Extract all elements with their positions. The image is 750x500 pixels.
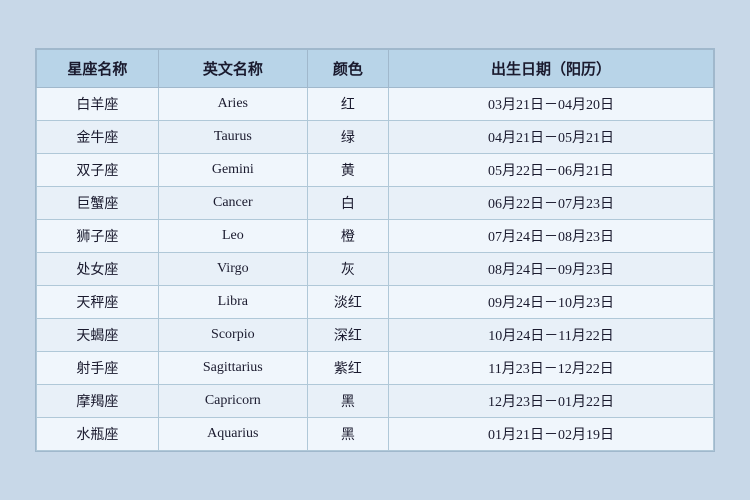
table-row: 金牛座Taurus绿04月21日－05月21日 <box>37 121 714 154</box>
cell-color: 白 <box>307 187 388 220</box>
cell-date: 11月23日－12月22日 <box>389 352 714 385</box>
cell-color: 黑 <box>307 418 388 451</box>
table-row: 水瓶座Aquarius黑01月21日－02月19日 <box>37 418 714 451</box>
cell-date: 07月24日－08月23日 <box>389 220 714 253</box>
cell-english: Leo <box>158 220 307 253</box>
table-row: 摩羯座Capricorn黑12月23日－01月22日 <box>37 385 714 418</box>
table-row: 处女座Virgo灰08月24日－09月23日 <box>37 253 714 286</box>
table-row: 双子座Gemini黄05月22日－06月21日 <box>37 154 714 187</box>
cell-english: Cancer <box>158 187 307 220</box>
cell-chinese: 摩羯座 <box>37 385 159 418</box>
cell-date: 12月23日－01月22日 <box>389 385 714 418</box>
header-color: 颜色 <box>307 50 388 88</box>
cell-chinese: 白羊座 <box>37 88 159 121</box>
cell-chinese: 巨蟹座 <box>37 187 159 220</box>
cell-color: 绿 <box>307 121 388 154</box>
cell-chinese: 处女座 <box>37 253 159 286</box>
cell-date: 08月24日－09月23日 <box>389 253 714 286</box>
cell-date: 10月24日－11月22日 <box>389 319 714 352</box>
zodiac-table: 星座名称 英文名称 颜色 出生日期（阳历） 白羊座Aries红03月21日－04… <box>36 49 714 451</box>
cell-color: 黑 <box>307 385 388 418</box>
table-row: 射手座Sagittarius紫红11月23日－12月22日 <box>37 352 714 385</box>
header-english: 英文名称 <box>158 50 307 88</box>
cell-color: 淡红 <box>307 286 388 319</box>
cell-chinese: 双子座 <box>37 154 159 187</box>
table-body: 白羊座Aries红03月21日－04月20日金牛座Taurus绿04月21日－0… <box>37 88 714 451</box>
cell-english: Aries <box>158 88 307 121</box>
cell-chinese: 狮子座 <box>37 220 159 253</box>
cell-color: 灰 <box>307 253 388 286</box>
cell-color: 黄 <box>307 154 388 187</box>
cell-english: Taurus <box>158 121 307 154</box>
table-row: 狮子座Leo橙07月24日－08月23日 <box>37 220 714 253</box>
table-header-row: 星座名称 英文名称 颜色 出生日期（阳历） <box>37 50 714 88</box>
cell-color: 紫红 <box>307 352 388 385</box>
cell-chinese: 金牛座 <box>37 121 159 154</box>
header-chinese: 星座名称 <box>37 50 159 88</box>
cell-english: Gemini <box>158 154 307 187</box>
cell-english: Libra <box>158 286 307 319</box>
cell-english: Capricorn <box>158 385 307 418</box>
cell-english: Aquarius <box>158 418 307 451</box>
table-row: 天秤座Libra淡红09月24日－10月23日 <box>37 286 714 319</box>
cell-date: 03月21日－04月20日 <box>389 88 714 121</box>
cell-date: 09月24日－10月23日 <box>389 286 714 319</box>
table-row: 白羊座Aries红03月21日－04月20日 <box>37 88 714 121</box>
cell-english: Scorpio <box>158 319 307 352</box>
cell-chinese: 水瓶座 <box>37 418 159 451</box>
zodiac-table-container: 星座名称 英文名称 颜色 出生日期（阳历） 白羊座Aries红03月21日－04… <box>35 48 715 452</box>
cell-date: 06月22日－07月23日 <box>389 187 714 220</box>
cell-chinese: 天秤座 <box>37 286 159 319</box>
cell-english: Virgo <box>158 253 307 286</box>
cell-date: 01月21日－02月19日 <box>389 418 714 451</box>
cell-color: 深红 <box>307 319 388 352</box>
cell-english: Sagittarius <box>158 352 307 385</box>
header-date: 出生日期（阳历） <box>389 50 714 88</box>
table-row: 巨蟹座Cancer白06月22日－07月23日 <box>37 187 714 220</box>
cell-color: 红 <box>307 88 388 121</box>
cell-date: 04月21日－05月21日 <box>389 121 714 154</box>
cell-chinese: 天蝎座 <box>37 319 159 352</box>
cell-chinese: 射手座 <box>37 352 159 385</box>
table-row: 天蝎座Scorpio深红10月24日－11月22日 <box>37 319 714 352</box>
cell-date: 05月22日－06月21日 <box>389 154 714 187</box>
cell-color: 橙 <box>307 220 388 253</box>
